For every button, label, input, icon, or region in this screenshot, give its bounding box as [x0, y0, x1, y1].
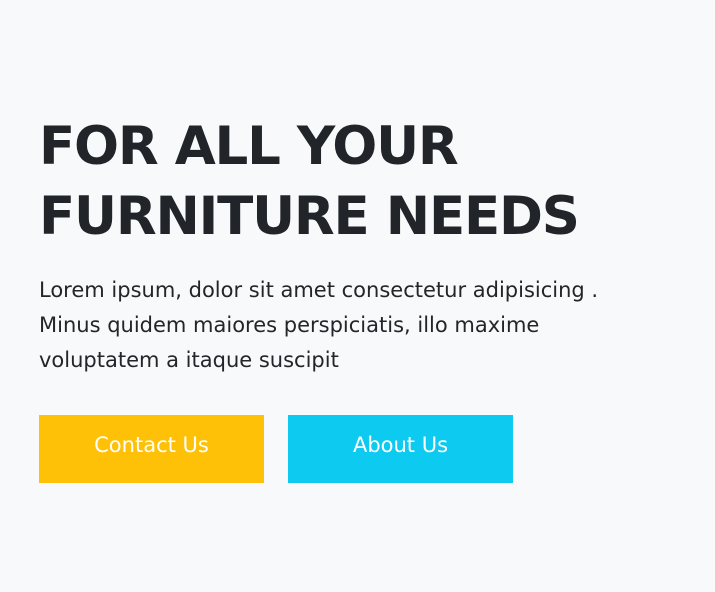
hero-heading-line-1: FOR ALL YOUR — [39, 116, 459, 177]
hero-actions: Contact Us About Us — [39, 415, 715, 483]
hero-description-line-2: Minus quidem maiores perspiciatis, illo … — [39, 313, 540, 337]
hero-section: FOR ALL YOUR FURNITURE NEEDS Lorem ipsum… — [0, 0, 715, 592]
contact-us-button[interactable]: Contact Us — [39, 415, 264, 483]
about-us-button[interactable]: About Us — [288, 415, 513, 483]
hero-heading-line-2: FURNITURE NEEDS — [39, 186, 580, 247]
hero-heading: FOR ALL YOUR FURNITURE NEEDS — [39, 112, 715, 252]
hero-description-line-3: voluptatem a itaque suscipit — [39, 348, 339, 372]
hero-description-line-1: Lorem ipsum, dolor sit amet consectetur … — [39, 278, 599, 302]
hero-description: Lorem ipsum, dolor sit amet consectetur … — [39, 273, 699, 378]
